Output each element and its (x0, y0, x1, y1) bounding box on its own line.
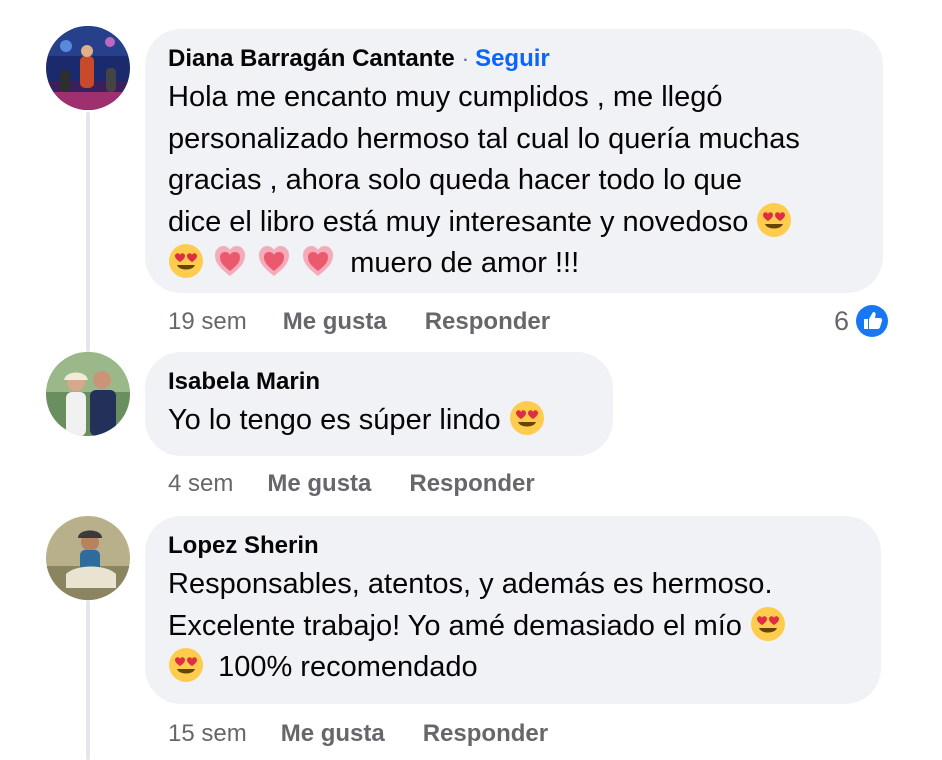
comment-line: Yo lo tengo es súper lindo (168, 404, 501, 436)
avatar[interactable] (46, 352, 130, 436)
like-button[interactable]: Me gusta (281, 720, 385, 748)
reaction-count: 6 (834, 305, 850, 336)
reply-button[interactable]: Responder (409, 470, 534, 498)
comment-bubble: Diana Barragán Cantante · Seguir Hola me… (145, 29, 883, 293)
heart-eyes-emoji-icon (168, 243, 204, 279)
avatar[interactable] (46, 516, 130, 600)
comment-timestamp[interactable]: 4 sem (168, 470, 233, 498)
comment-author[interactable]: Diana Barragán Cantante (168, 45, 455, 73)
thread-line (86, 112, 90, 352)
comment-actions: 19 sem Me gusta Responder (168, 308, 550, 336)
follow-separator: · (461, 46, 470, 71)
like-button[interactable]: Me gusta (283, 308, 387, 336)
thread-line (86, 600, 90, 760)
comment-line: Hola me encanto muy cumplidos , me llegó (168, 81, 723, 113)
comment-line: 100% recomendado (218, 651, 478, 683)
heart-eyes-emoji-icon (756, 202, 792, 238)
comment-line: gracias , ahora solo queda hacer todo lo… (168, 164, 742, 196)
sparkling-heart-emoji-icon (256, 243, 292, 279)
comment-line: Excelente trabajo! Yo amé demasiado el m… (168, 609, 742, 642)
heart-eyes-emoji-icon (509, 400, 545, 436)
comment-author[interactable]: Isabela Marin (168, 368, 320, 396)
comment-actions: 15 sem Me gusta Responder (168, 720, 548, 748)
comment-text: Hola me encanto muy cumplidos , me llegó… (168, 77, 859, 285)
comment-bubble: Isabela Marin Yo lo tengo es súper lindo (145, 352, 613, 456)
comment-line: dice el libro está muy interesante y nov… (168, 205, 749, 238)
like-icon (856, 305, 889, 337)
reply-button[interactable]: Responder (423, 720, 548, 748)
comment-bubble: Lopez Sherin Responsables, atentos, y ad… (145, 516, 881, 704)
follow-button[interactable]: Seguir (475, 45, 550, 73)
reaction-summary[interactable]: 6 (834, 304, 889, 338)
reply-button[interactable]: Responder (425, 308, 550, 336)
comment-author[interactable]: Lopez Sherin (168, 532, 319, 560)
comment-line: Responsables, atentos, y además es hermo… (168, 568, 773, 600)
sparkling-heart-emoji-icon (300, 243, 336, 279)
comment-timestamp[interactable]: 15 sem (168, 720, 247, 748)
comment-timestamp[interactable]: 19 sem (168, 308, 247, 336)
comment-actions: 4 sem Me gusta Responder (168, 470, 535, 498)
heart-eyes-emoji-icon (750, 606, 786, 642)
comment-text: Yo lo tengo es súper lindo (168, 400, 589, 442)
avatar[interactable] (46, 26, 130, 110)
comment-text: Responsables, atentos, y además es hermo… (168, 564, 857, 689)
comment-line: muero de amor !!! (350, 247, 580, 279)
comment-line: personalizado hermoso tal cual lo quería… (168, 122, 800, 155)
sparkling-heart-emoji-icon (212, 243, 248, 279)
heart-eyes-emoji-icon (168, 647, 204, 683)
like-button[interactable]: Me gusta (267, 470, 371, 498)
